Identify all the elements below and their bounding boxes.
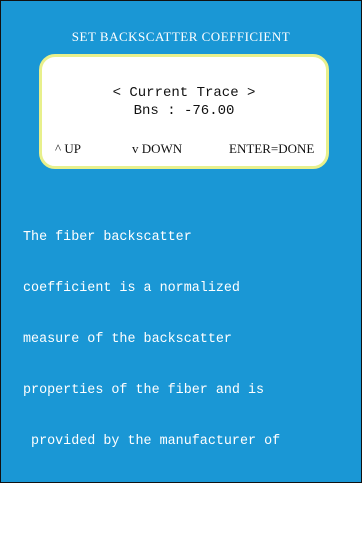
down-key-hint[interactable]: v DOWN: [132, 141, 182, 157]
description-line: coefficient is a normalized: [23, 281, 240, 296]
description-line: measure of the backscatter: [23, 332, 232, 347]
otdr-screen: SET BACKSCATTER COEFFICIENT < Current Tr…: [0, 0, 362, 500]
backscatter-dialog: < Current Trace > Bns : -76.00 ^ UP v DO…: [39, 54, 329, 169]
backscatter-description: The fiber backscatter coefficient is a n…: [23, 195, 353, 535]
description-line: properties of the fiber and is: [23, 383, 265, 398]
bns-label: Bns: [133, 103, 159, 119]
bns-value[interactable]: -76.00: [184, 103, 234, 119]
enter-done-key-hint[interactable]: ENTER=DONE: [229, 141, 314, 157]
up-key-hint[interactable]: ^ UP: [55, 141, 81, 157]
description-line: the optical fiber.: [23, 485, 168, 500]
description-line: provided by the manufacturer of: [23, 434, 281, 449]
bns-value-readout: Bns : -76.00: [42, 103, 326, 119]
description-line: The fiber backscatter: [23, 230, 192, 245]
screen-title: SET BACKSCATTER COEFFICIENT: [71, 29, 291, 44]
bns-separator: :: [167, 103, 176, 119]
trace-selector-label[interactable]: < Current Trace >: [42, 85, 326, 101]
